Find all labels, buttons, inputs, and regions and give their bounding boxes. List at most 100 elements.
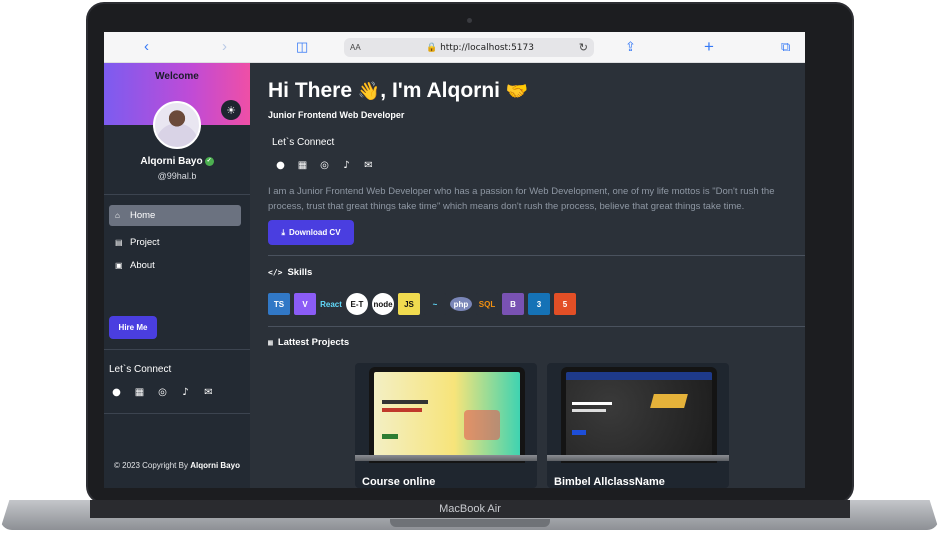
mail-icon[interactable]: ✉: [202, 386, 215, 399]
sidebar-connect-label: Let`s Connect: [109, 364, 172, 375]
express-icon: E-T: [346, 293, 368, 315]
sidebar-divider: [104, 194, 250, 195]
react-icon: React: [320, 293, 342, 315]
sidebar-item-home[interactable]: ⌂ Home: [109, 205, 241, 226]
screen: ‹ › ◫ AA 🔒 http://localhost:5173 ↻ ⇪ + ⧉…: [104, 32, 805, 488]
preview-navbar: [566, 372, 712, 380]
project-thumbnail: [561, 367, 717, 463]
sidebar: Welcome ☀ Alqorni Bayo ✓ @99hal.b ⌂ Home …: [104, 63, 250, 488]
sidebar-item-about[interactable]: ▣ About: [109, 255, 241, 276]
url-value: http://localhost:5173: [440, 42, 534, 53]
wave-icon: 👋: [357, 81, 381, 102]
copyright: © 2023 Copyright By Alqorni Bayo: [114, 460, 240, 472]
share-icon[interactable]: ⇪: [625, 39, 636, 55]
bootstrap-icon: B: [502, 293, 524, 315]
tailwind-icon: ~: [424, 293, 446, 315]
new-tab-icon[interactable]: +: [704, 38, 714, 55]
tiktok-icon[interactable]: ♪: [340, 159, 353, 172]
linkedin-icon[interactable]: ▦: [296, 159, 309, 172]
nodejs-icon: node: [372, 293, 394, 315]
css3-icon: 3: [528, 293, 550, 315]
preview-heading-line: [382, 400, 428, 404]
preview-heading-line: [382, 408, 422, 412]
sidebar-social-row: ● ▦ ◎ ♪ ✉: [110, 386, 215, 399]
tiktok-icon[interactable]: ♪: [179, 386, 192, 399]
profile-name-text: Alqorni Bayo: [140, 156, 203, 167]
profile-handle: @99hal.b: [157, 171, 197, 181]
address-bar[interactable]: AA 🔒 http://localhost:5173 ↻: [344, 38, 594, 57]
bimbel-preview: [566, 372, 712, 458]
title-greeting: Hi There: [268, 79, 353, 102]
reload-icon[interactable]: ↻: [579, 41, 588, 54]
welcome-label: Welcome: [155, 71, 199, 82]
mail-icon[interactable]: ✉: [362, 159, 375, 172]
main-content: Hi There 👋, I'm Alqorni 🤝 Junior Fronten…: [250, 63, 805, 488]
preview-button: [382, 434, 398, 439]
avatar: [153, 101, 201, 149]
sidebar-divider: [104, 349, 250, 350]
html5-icon: 5: [554, 293, 576, 315]
calendar-icon: ▦: [268, 338, 273, 347]
page-title: Hi There 👋, I'm Alqorni 🤝: [268, 79, 528, 103]
tabs-icon[interactable]: ⧉: [781, 39, 790, 55]
main-connect-label: Let`s Connect: [272, 137, 335, 148]
sidebar-item-project[interactable]: ▤ Project: [109, 232, 241, 253]
github-icon[interactable]: ●: [274, 159, 287, 172]
preview-button: [572, 430, 586, 435]
download-cv-label: Download CV: [288, 228, 341, 237]
javascript-icon: JS: [398, 293, 420, 315]
browser-toolbar: ‹ › ◫ AA 🔒 http://localhost:5173 ↻ ⇪ + ⧉: [104, 32, 805, 63]
laptop-base: [355, 455, 537, 461]
project-card[interactable]: Bimbel AllclassName: [547, 363, 729, 488]
section-divider: [268, 255, 805, 256]
url-text: 🔒 http://localhost:5173: [426, 42, 534, 53]
code-icon: </>: [268, 268, 283, 277]
main-social-row: ● ▦ ◎ ♪ ✉: [274, 159, 375, 172]
download-icon: ⤓: [281, 227, 285, 237]
about-text: I am a Junior Frontend Web Developer who…: [268, 186, 775, 212]
bookmarks-icon[interactable]: ◫: [296, 39, 308, 55]
typescript-icon: TS: [268, 293, 290, 315]
device-label: MacBook Air: [439, 503, 501, 515]
preview-book: [650, 394, 688, 408]
sun-icon[interactable]: ☀: [221, 100, 241, 120]
instagram-icon[interactable]: ◎: [156, 386, 169, 399]
project-card[interactable]: Course online: [355, 363, 537, 488]
forward-icon[interactable]: ›: [222, 39, 227, 55]
hire-me-button[interactable]: Hire Me: [109, 316, 157, 339]
instagram-icon[interactable]: ◎: [318, 159, 331, 172]
mysql-icon: SQL: [476, 293, 498, 315]
page-subtitle: Junior Frontend Web Developer: [268, 110, 405, 120]
github-icon[interactable]: ●: [110, 386, 123, 399]
skills-row: TS V React E-T node JS ~ php SQL B 3 5: [268, 293, 576, 315]
laptop-base: [547, 455, 729, 461]
skills-heading: </> Skills: [268, 267, 312, 278]
profile-name: Alqorni Bayo ✓: [104, 156, 250, 167]
preview-heading-line: [572, 409, 606, 412]
handshake-icon: 🤝: [505, 81, 529, 102]
projects-title: Lattest Projects: [277, 337, 350, 348]
project-icon: ▤: [115, 238, 123, 247]
projects-heading: ▦ Lattest Projects: [268, 337, 349, 348]
verified-icon: ✓: [204, 156, 214, 166]
course-preview: [374, 372, 520, 458]
php-icon: php: [450, 297, 472, 311]
laptop-notch: [390, 519, 550, 527]
section-divider: [268, 326, 805, 327]
preview-illustration: [464, 410, 500, 440]
project-title: Course online: [362, 476, 436, 488]
copyright-name: Alqorni Bayo: [190, 461, 240, 470]
sidebar-item-label: About: [130, 260, 155, 271]
project-thumbnail: [369, 367, 525, 463]
download-cv-button[interactable]: ⤓ Download CV: [268, 220, 354, 245]
project-title: Bimbel AllclassName: [554, 476, 665, 488]
sidebar-divider: [104, 413, 250, 414]
sidebar-item-label: Home: [130, 210, 156, 221]
home-icon: ⌂: [115, 211, 120, 220]
sidebar-item-label: Project: [130, 237, 160, 248]
text-size-button[interactable]: AA: [350, 43, 361, 52]
vite-icon: V: [294, 293, 316, 315]
back-icon[interactable]: ‹: [144, 39, 149, 55]
linkedin-icon[interactable]: ▦: [133, 386, 146, 399]
skills-title: Skills: [287, 267, 313, 278]
